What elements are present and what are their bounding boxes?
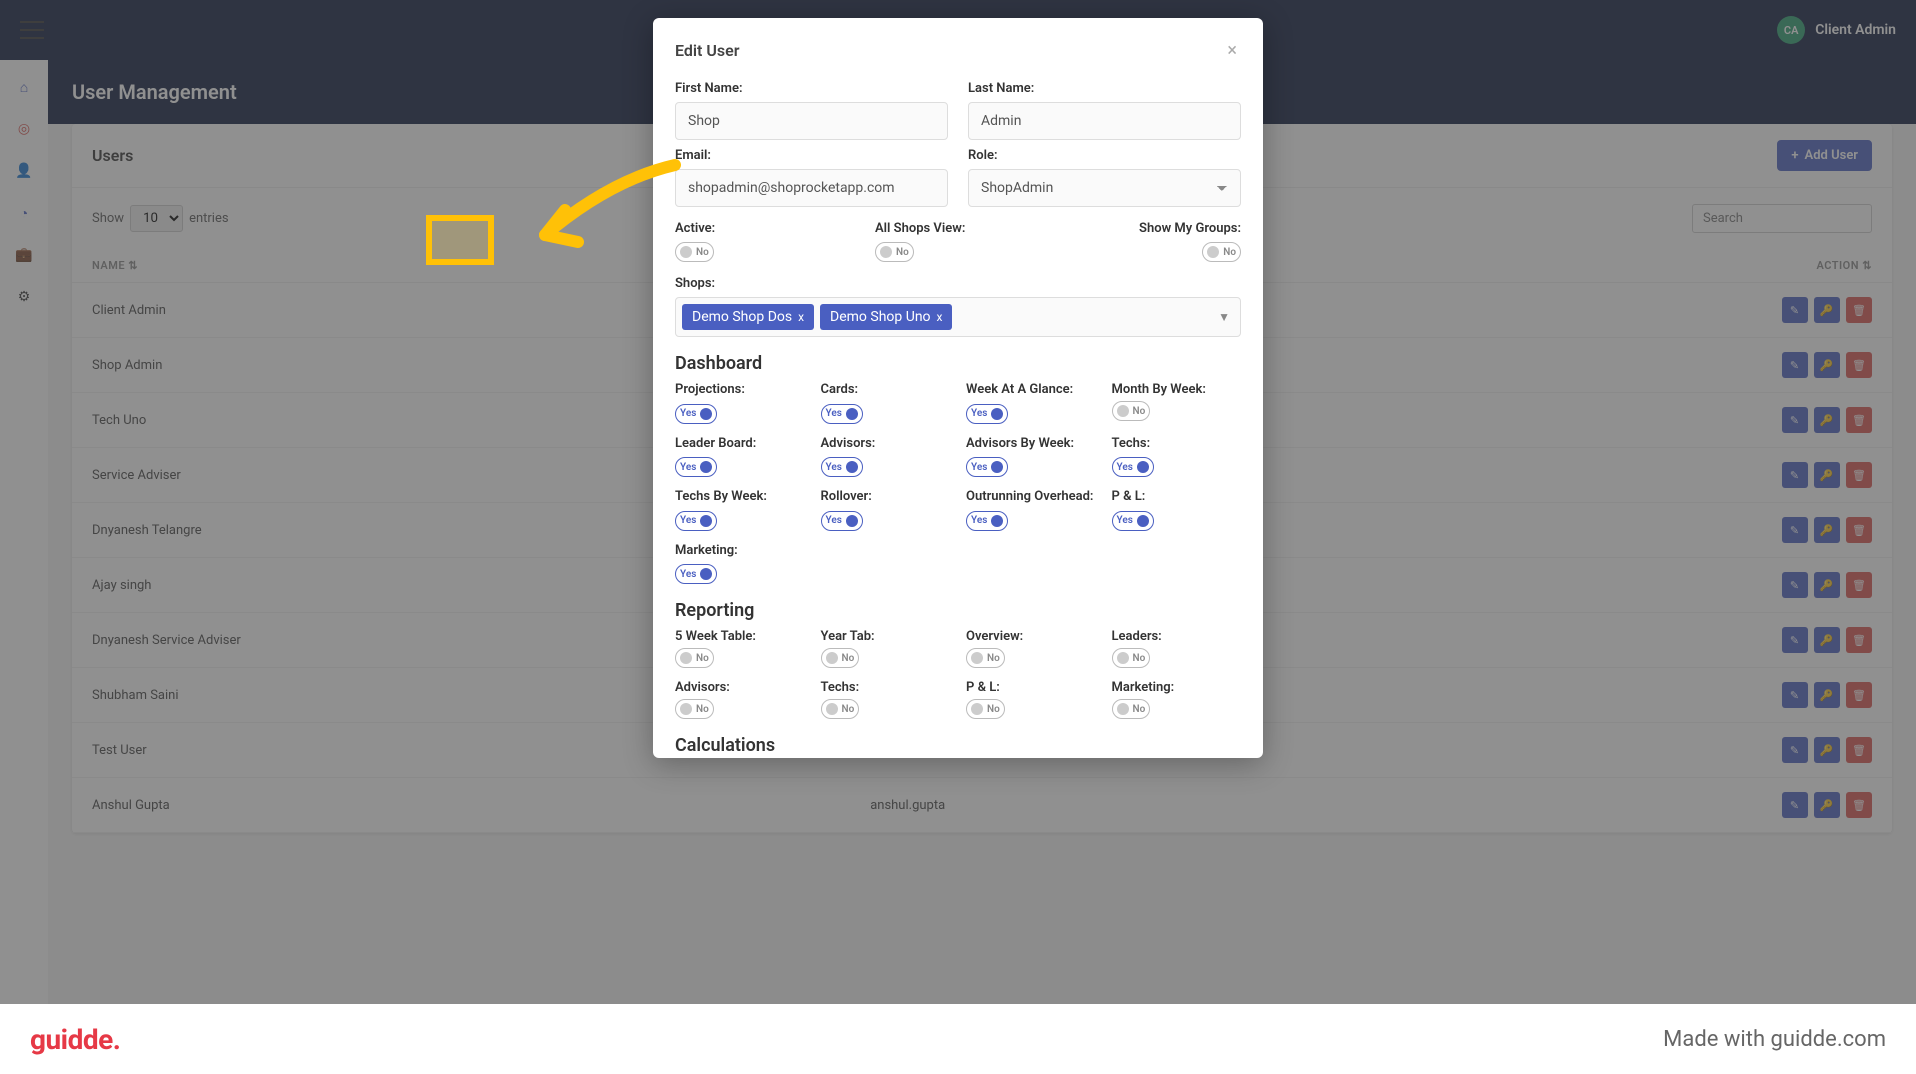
shops-input[interactable]: Demo Shop Dosx Demo Shop Unox ▼: [675, 297, 1241, 337]
shops-label: Shops:: [675, 276, 1241, 291]
last-name-field[interactable]: [968, 102, 1241, 140]
perm-item: Techs: Yes: [1112, 436, 1242, 478]
perm-label: Week At A Glance:: [966, 382, 1096, 397]
perm-toggle[interactable]: Yes: [675, 404, 717, 424]
perm-item: P & L: Yes: [1112, 489, 1242, 531]
perm-item: Outrunning Overhead: Yes: [966, 489, 1096, 531]
email-field[interactable]: [675, 169, 948, 207]
made-with-label: Made with guidde.com: [1663, 1027, 1886, 1052]
shop-tag: Demo Shop Dosx: [682, 304, 814, 330]
perm-item: Advisors: Yes: [821, 436, 951, 478]
perm-item: Techs: No: [821, 680, 951, 719]
perm-label: Leader Board:: [675, 436, 805, 451]
dashboard-section-title: Dashboard: [675, 353, 1241, 374]
perm-label: Overview:: [966, 629, 1096, 644]
perm-label: Techs:: [1112, 436, 1242, 451]
email-label: Email:: [675, 148, 948, 163]
perm-toggle[interactable]: No: [1112, 401, 1151, 421]
perm-toggle[interactable]: No: [1112, 648, 1151, 668]
tag-remove-icon[interactable]: x: [937, 310, 943, 324]
perm-item: P & L: No: [966, 680, 1096, 719]
perm-toggle[interactable]: No: [966, 648, 1005, 668]
perm-label: Techs:: [821, 680, 951, 695]
perm-label: Advisors:: [675, 680, 805, 695]
perm-label: Projections:: [675, 382, 805, 397]
perm-item: Rollover: Yes: [821, 489, 951, 531]
chevron-down-icon[interactable]: ▼: [1218, 310, 1230, 324]
perm-label: Marketing:: [1112, 680, 1242, 695]
perm-item: Advisors: No: [675, 680, 805, 719]
perm-label: Month By Week:: [1112, 382, 1242, 397]
modal-title: Edit User: [675, 41, 740, 60]
perm-toggle[interactable]: No: [821, 699, 860, 719]
perm-item: Projections: Yes: [675, 382, 805, 424]
perm-item: Cards: Yes: [821, 382, 951, 424]
perm-item: Leader Board: Yes: [675, 436, 805, 478]
perm-item: Leaders: No: [1112, 629, 1242, 668]
perm-item: Month By Week: No: [1112, 382, 1242, 424]
perm-toggle[interactable]: Yes: [1112, 457, 1154, 477]
last-name-label: Last Name:: [968, 81, 1241, 96]
footer-band: guidde. Made with guidde.com: [0, 1004, 1916, 1074]
perm-label: Outrunning Overhead:: [966, 489, 1096, 504]
perm-toggle[interactable]: Yes: [821, 404, 863, 424]
guidde-logo: guidde.: [30, 1023, 120, 1056]
perm-item: Week At A Glance: Yes: [966, 382, 1096, 424]
perm-toggle[interactable]: No: [966, 699, 1005, 719]
perm-item: Overview: No: [966, 629, 1096, 668]
perm-item: Marketing: No: [1112, 680, 1242, 719]
perm-label: 5 Week Table:: [675, 629, 805, 644]
perm-toggle[interactable]: Yes: [675, 564, 717, 584]
perm-label: Rollover:: [821, 489, 951, 504]
perm-label: Advisors:: [821, 436, 951, 451]
perm-toggle[interactable]: Yes: [675, 457, 717, 477]
perm-toggle[interactable]: Yes: [966, 404, 1008, 424]
perm-toggle[interactable]: Yes: [966, 511, 1008, 531]
perm-label: Techs By Week:: [675, 489, 805, 504]
tag-remove-icon[interactable]: x: [798, 310, 804, 324]
perm-toggle[interactable]: No: [821, 648, 860, 668]
perm-label: Marketing:: [675, 543, 805, 558]
perm-toggle[interactable]: Yes: [821, 511, 863, 531]
perm-label: P & L:: [1112, 489, 1242, 504]
perm-label: Leaders:: [1112, 629, 1242, 644]
perm-toggle[interactable]: Yes: [1112, 511, 1154, 531]
perm-toggle[interactable]: No: [675, 699, 714, 719]
perm-label: P & L:: [966, 680, 1096, 695]
role-select[interactable]: ShopAdmin: [968, 169, 1241, 207]
perm-item: Year Tab: No: [821, 629, 951, 668]
perm-toggle[interactable]: No: [675, 648, 714, 668]
perm-toggle[interactable]: Yes: [821, 457, 863, 477]
active-toggle[interactable]: No: [675, 242, 714, 262]
showgroups-label: Show My Groups:: [1115, 221, 1241, 236]
role-label: Role:: [968, 148, 1241, 163]
edit-user-modal: Edit User × First Name: Last Name: Email…: [653, 18, 1263, 758]
perm-label: Cards:: [821, 382, 951, 397]
perm-toggle[interactable]: Yes: [966, 457, 1008, 477]
perm-item: 5 Week Table: No: [675, 629, 805, 668]
perm-label: Year Tab:: [821, 629, 951, 644]
perm-toggle[interactable]: No: [1112, 699, 1151, 719]
showgroups-toggle[interactable]: No: [1202, 242, 1241, 262]
perm-toggle[interactable]: Yes: [675, 511, 717, 531]
first-name-field[interactable]: [675, 102, 948, 140]
perm-label: Advisors By Week:: [966, 436, 1096, 451]
shop-tag: Demo Shop Unox: [820, 304, 952, 330]
perm-item: Techs By Week: Yes: [675, 489, 805, 531]
perm-item: Advisors By Week: Yes: [966, 436, 1096, 478]
allshops-toggle[interactable]: No: [875, 242, 914, 262]
calc-section-title: Calculations: [675, 735, 1241, 756]
first-name-label: First Name:: [675, 81, 948, 96]
reporting-section-title: Reporting: [675, 600, 1241, 621]
active-label: Active:: [675, 221, 855, 236]
close-icon[interactable]: ×: [1223, 36, 1241, 65]
perm-item: Marketing: Yes: [675, 543, 805, 585]
allshops-label: All Shops View:: [875, 221, 1095, 236]
